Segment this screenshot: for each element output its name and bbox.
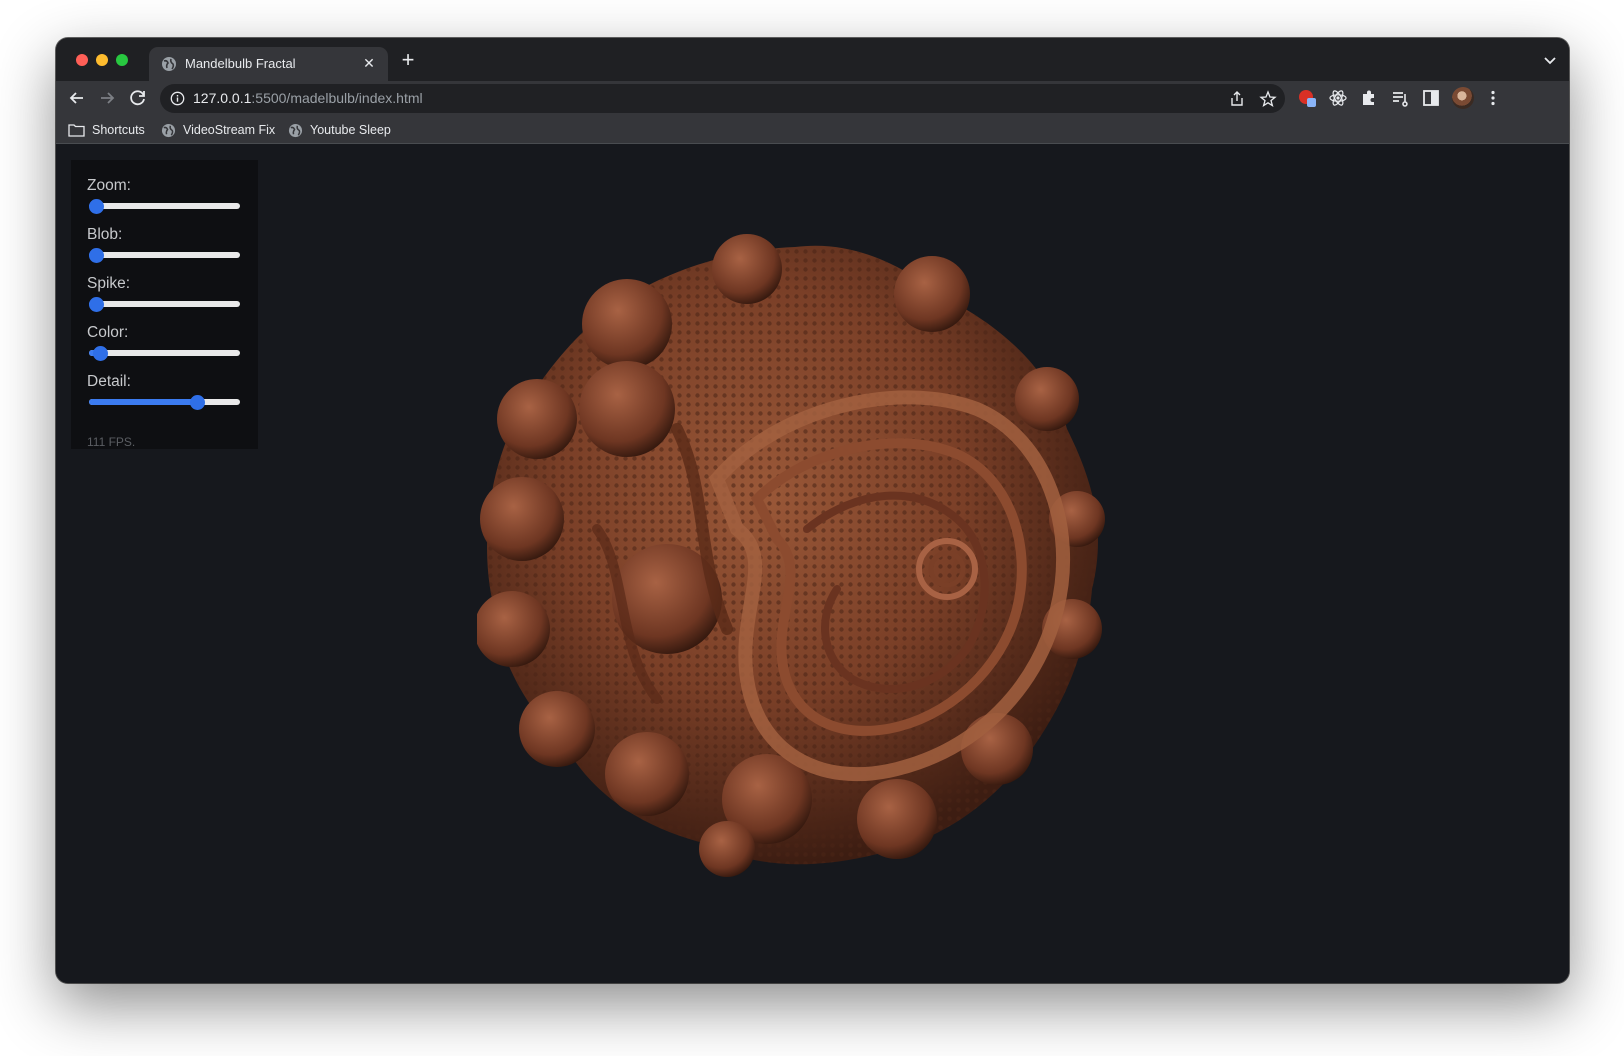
site-info-icon[interactable] bbox=[170, 91, 185, 106]
zoom-label: Zoom: bbox=[87, 177, 131, 194]
browser-toolbar: 127.0.0.1:5500/madelbulb/index.html bbox=[56, 81, 1569, 115]
detail-slider-thumb[interactable] bbox=[189, 395, 205, 410]
share-icon[interactable] bbox=[1228, 90, 1246, 108]
tab-title: Mandelbulb Fractal bbox=[185, 56, 296, 71]
maximize-window-button[interactable] bbox=[116, 54, 128, 66]
detail-label: Detail: bbox=[87, 373, 131, 390]
extensions-puzzle-icon[interactable] bbox=[1359, 88, 1379, 108]
profile-avatar[interactable] bbox=[1452, 87, 1474, 109]
zoom-slider[interactable] bbox=[89, 199, 240, 214]
spike-label: Spike: bbox=[87, 275, 131, 292]
reading-list-icon[interactable] bbox=[1390, 88, 1410, 108]
color-slider[interactable] bbox=[89, 346, 240, 361]
page-viewport: Zoom: Blob: Spike: Color: Detail: 111 FP… bbox=[56, 145, 1569, 983]
globe-icon bbox=[162, 57, 176, 71]
detail-slider[interactable] bbox=[89, 395, 240, 410]
controls-panel: Zoom: Blob: Spike: Color: Detail: 111 FP… bbox=[71, 160, 258, 449]
blob-slider-thumb[interactable] bbox=[89, 248, 104, 263]
tab-search-chevron-icon[interactable] bbox=[1541, 51, 1559, 69]
side-panel-icon[interactable] bbox=[1421, 88, 1441, 108]
tab-strip: Mandelbulb Fractal ✕ + bbox=[56, 38, 1569, 81]
new-tab-button[interactable]: + bbox=[396, 49, 420, 73]
address-bar[interactable]: 127.0.0.1:5500/madelbulb/index.html bbox=[160, 84, 1285, 113]
reload-icon[interactable] bbox=[126, 86, 150, 110]
fps-counter: 111 FPS. bbox=[87, 435, 136, 449]
bookmarks-bar: Shortcuts VideoStream Fix Youtube Sleep bbox=[56, 115, 1569, 144]
blob-slider[interactable] bbox=[89, 248, 240, 263]
back-arrow-icon[interactable] bbox=[65, 86, 89, 110]
bookmark-star-icon[interactable] bbox=[1259, 90, 1277, 108]
kebab-menu-icon[interactable] bbox=[1483, 88, 1503, 108]
globe-icon bbox=[288, 123, 303, 137]
globe-icon bbox=[161, 123, 176, 137]
react-devtools-icon[interactable] bbox=[1328, 88, 1348, 108]
mandelbulb-render[interactable] bbox=[477, 229, 1113, 877]
minimize-window-button[interactable] bbox=[96, 54, 108, 66]
close-tab-icon[interactable]: ✕ bbox=[360, 54, 378, 72]
bookmark-shortcuts[interactable]: Shortcuts bbox=[68, 121, 145, 139]
color-slider-thumb[interactable] bbox=[93, 346, 109, 361]
extension-badge-icon[interactable] bbox=[1297, 88, 1317, 108]
url-path: :5500/madelbulb/index.html bbox=[251, 90, 423, 106]
bookmark-label: VideoStream Fix bbox=[183, 123, 276, 137]
spike-slider[interactable] bbox=[89, 297, 240, 312]
url-host: 127.0.0.1 bbox=[193, 90, 252, 106]
bookmark-label: Shortcuts bbox=[92, 123, 145, 137]
color-label: Color: bbox=[87, 324, 129, 341]
spike-slider-thumb[interactable] bbox=[89, 297, 104, 312]
zoom-slider-thumb[interactable] bbox=[89, 199, 104, 214]
url-text: 127.0.0.1:5500/madelbulb/index.html bbox=[193, 90, 423, 106]
bookmark-label: Youtube Sleep bbox=[310, 123, 391, 137]
blob-label: Blob: bbox=[87, 226, 123, 243]
bookmark-youtube-sleep[interactable]: Youtube Sleep bbox=[288, 121, 391, 139]
folder-icon bbox=[68, 124, 85, 137]
close-window-button[interactable] bbox=[76, 54, 88, 66]
bookmark-videostream-fix[interactable]: VideoStream Fix bbox=[161, 121, 275, 139]
browser-window: Mandelbulb Fractal ✕ + 127.0.0.1:5500/ma… bbox=[56, 38, 1569, 983]
tab-mandelbulb[interactable]: Mandelbulb Fractal ✕ bbox=[149, 47, 388, 81]
forward-arrow-icon[interactable] bbox=[95, 86, 119, 110]
